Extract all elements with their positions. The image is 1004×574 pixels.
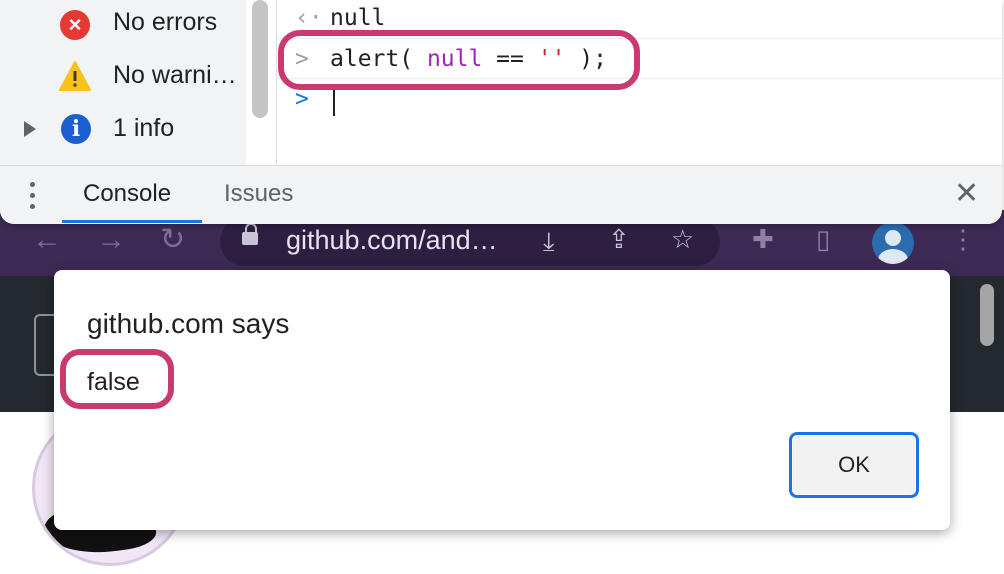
- address-url: github.com/and…: [286, 225, 498, 255]
- bookmark-star-icon[interactable]: ☆: [671, 224, 694, 254]
- ok-button[interactable]: OK: [789, 432, 919, 498]
- devtools-panel: × No errors No warni… i 1 info ‹· null >…: [0, 0, 1002, 224]
- page-scrollbar[interactable]: [980, 284, 994, 346]
- sidebar-scrollbar[interactable]: [252, 0, 268, 118]
- tab-console[interactable]: Console: [83, 180, 171, 208]
- back-arrow-icon[interactable]: ←: [32, 224, 62, 256]
- active-tab-indicator: [62, 220, 202, 223]
- sidebar-item-label: 1 info: [113, 114, 175, 142]
- browser-menu-icon[interactable]: ⋮: [950, 224, 976, 254]
- annotation-highlight-console: [278, 30, 640, 90]
- sidebar-item-label: No errors: [113, 8, 218, 36]
- lock-icon[interactable]: [242, 223, 258, 245]
- result-value: null: [330, 5, 386, 31]
- console-sidebar: × No errors No warni… i 1 info: [0, 0, 246, 165]
- sidebar-item-warnings[interactable]: No warni…: [0, 55, 246, 95]
- forward-arrow-icon[interactable]: →: [96, 224, 126, 256]
- tab-issues[interactable]: Issues: [224, 180, 293, 208]
- address-bar[interactable]: github.com/and…: [220, 218, 720, 266]
- share-icon[interactable]: ⇪: [608, 224, 630, 254]
- info-icon: i: [61, 114, 91, 144]
- close-drawer-icon[interactable]: ✕: [954, 176, 979, 211]
- expand-arrow-icon[interactable]: [24, 121, 36, 137]
- more-options-icon[interactable]: [30, 182, 38, 215]
- side-panel-icon[interactable]: ▯: [816, 224, 830, 254]
- reload-icon[interactable]: ↻: [160, 224, 185, 256]
- console-prompt-line[interactable]: >: [277, 86, 1002, 124]
- sidebar-item-errors[interactable]: × No errors: [0, 2, 246, 42]
- result-marker-icon: ‹·: [295, 5, 323, 31]
- dialog-title: github.com says: [87, 308, 290, 339]
- drawer-tab-bar: Console Issues ✕: [0, 165, 1002, 224]
- warning-icon: [59, 61, 91, 91]
- extensions-icon[interactable]: ✚: [752, 224, 774, 254]
- sidebar-item-label: No warni…: [113, 61, 237, 89]
- sidebar-item-info[interactable]: i 1 info: [0, 108, 246, 148]
- alert-dialog: github.com says false OK: [54, 270, 950, 530]
- text-cursor: [333, 90, 335, 116]
- error-icon: ×: [60, 10, 90, 40]
- install-app-icon[interactable]: ⤓: [543, 226, 555, 256]
- dialog-message: false: [87, 368, 140, 396]
- profile-avatar-icon[interactable]: [872, 222, 914, 264]
